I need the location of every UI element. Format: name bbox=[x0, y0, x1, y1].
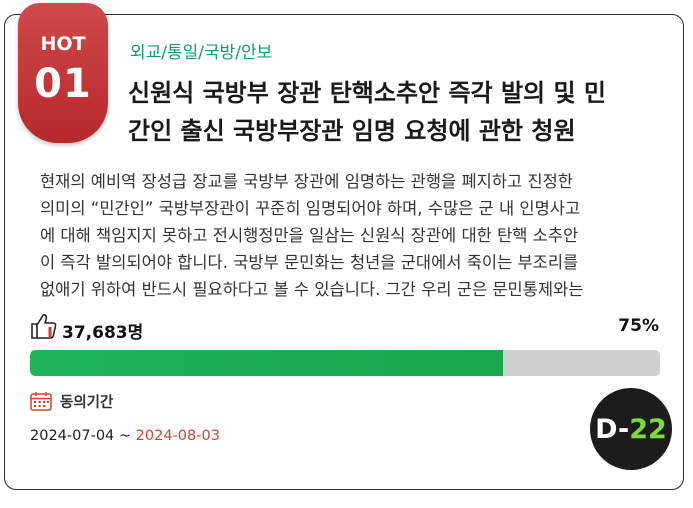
dday-badge: D- 22 bbox=[590, 388, 672, 470]
progress-bar bbox=[30, 350, 660, 376]
period-start: 2024-07-04 bbox=[30, 428, 115, 444]
period-separator: ~ bbox=[114, 428, 136, 444]
progress-fill bbox=[30, 350, 503, 376]
dday-number: 22 bbox=[629, 413, 667, 445]
description-line: 에 대해 책임지지 못하고 전시행정만을 일삼는 신원식 장관에 대한 탄핵 소… bbox=[40, 226, 579, 245]
description-line: 현재의 예비역 장성급 장교를 국방부 장관에 임명하는 관행을 폐지하고 진정… bbox=[40, 172, 573, 191]
period-dates: 2024-07-04 ~ 2024-08-03 bbox=[30, 428, 220, 444]
thumbs-up-icon bbox=[31, 313, 57, 339]
agree-percent: 75% bbox=[618, 316, 659, 336]
hot-label: HOT bbox=[40, 33, 86, 55]
description-line: 없애기 위하여 반드시 필요하다고 볼 수 있습니다. 그간 우리 군은 문민통… bbox=[40, 280, 584, 299]
hot-badge: HOT 01 bbox=[18, 3, 108, 143]
description-line: 이 즉각 발의되어야 합니다. 국방부 문민화는 청년을 군대에서 죽이는 부조… bbox=[40, 253, 579, 272]
petition-title-line: 간인 출신 국방부장관 임명 요청에 관한 청원 bbox=[128, 117, 576, 145]
calendar-icon bbox=[30, 392, 52, 411]
petition-description: 현재의 예비역 장성급 장교를 국방부 장관에 임명하는 관행을 폐지하고 진정… bbox=[40, 168, 655, 303]
description-line: 의미의 “민간인” 국방부장관이 꾸준히 임명되어야 하며, 수많은 군 내 인… bbox=[40, 199, 581, 218]
petition-title[interactable]: 신원식 국방부 장관 탄핵소추안 즉각 발의 및 민 간인 출신 국방부장관 임… bbox=[128, 74, 648, 150]
period-label: 동의기간 bbox=[60, 395, 114, 411]
dday-prefix: D- bbox=[595, 413, 630, 445]
hot-rank: 01 bbox=[34, 61, 92, 107]
petition-category[interactable]: 외교/통일/국방/안보 bbox=[130, 38, 272, 63]
period-end: 2024-08-03 bbox=[135, 428, 220, 444]
agree-count: 37,683명 bbox=[62, 323, 144, 343]
petition-title-line: 신원식 국방부 장관 탄핵소추안 즉각 발의 및 민 bbox=[128, 79, 607, 107]
